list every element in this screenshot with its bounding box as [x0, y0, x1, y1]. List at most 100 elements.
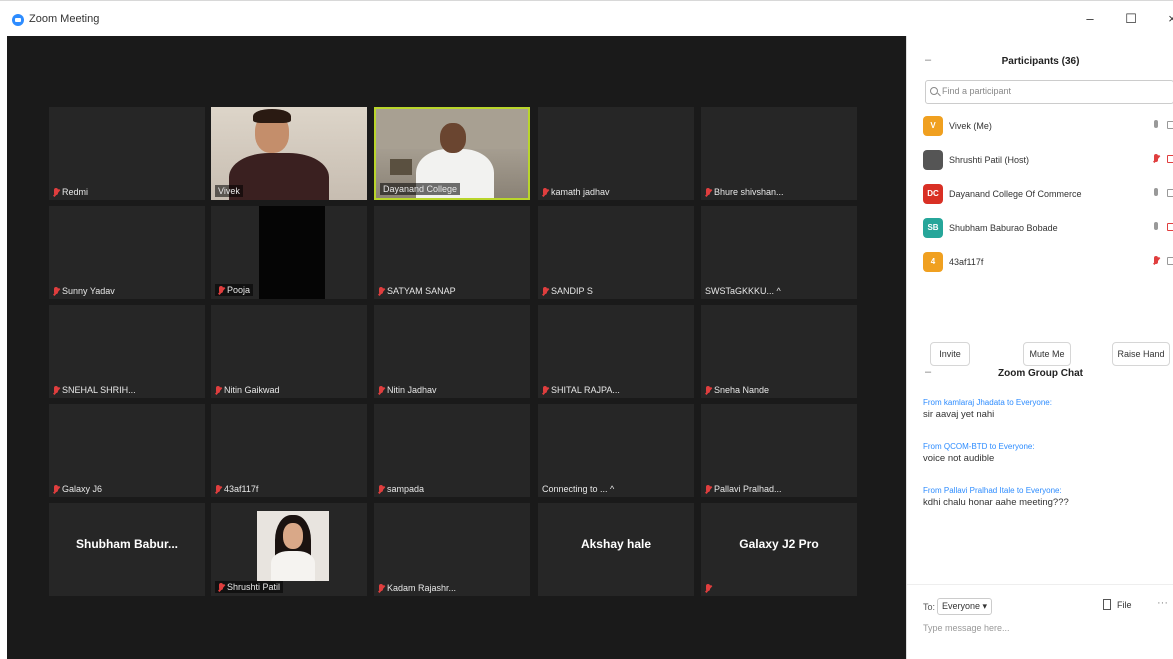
tile-name: Sunny Yadav: [62, 286, 115, 296]
participant-row[interactable]: DC Dayanand College Of Commerce: [923, 184, 1173, 206]
video-off-icon: [1167, 223, 1173, 231]
muted-mic-icon: [378, 286, 384, 296]
video-tile[interactable]: SHITAL RAJPA...: [538, 305, 694, 398]
muted-mic-icon: [53, 187, 59, 197]
video-tile[interactable]: Pallavi Pralhad...: [701, 404, 857, 497]
tile-name: SATYAM SANAP: [387, 286, 456, 296]
participant-name: Dayanand College Of Commerce: [949, 189, 1082, 199]
video-tile[interactable]: SWSTaGKKKU... ^: [701, 206, 857, 299]
minimize-button[interactable]: –: [1078, 9, 1102, 29]
tile-name-label: SATYAM SANAP: [378, 286, 456, 296]
tile-name: Nitin Gaikwad: [224, 385, 280, 395]
chat-header: – Zoom Group Chat: [907, 360, 1173, 386]
tile-name-label: Redmi: [53, 187, 88, 197]
video-tile[interactable]: Galaxy J2 Pro: [701, 503, 857, 596]
tile-name-label: sampada: [378, 484, 424, 494]
chat-message-text: kdhi chalu honar aahe meeting???: [923, 497, 1069, 508]
muted-mic-icon: [705, 584, 711, 593]
muted-mic-icon: [218, 285, 224, 295]
tile-name-label: kamath jadhav: [542, 187, 610, 197]
tile-name: SNEHAL SHRIH...: [62, 385, 136, 395]
video-tile[interactable]: Bhure shivshan...: [701, 107, 857, 200]
mic-icon: [1153, 120, 1159, 130]
participant-search-input[interactable]: Find a participant: [925, 80, 1173, 104]
tile-name: Pooja: [227, 285, 251, 295]
video-icon: [1167, 257, 1173, 265]
video-tile[interactable]: Dayanand College: [374, 107, 530, 200]
muted-mic-icon: [542, 385, 548, 395]
muted-mic-icon: [705, 385, 711, 395]
tile-name: Vivek: [218, 186, 240, 196]
participants-title: Participants (36): [1001, 56, 1080, 67]
muted-mic-icon: [542, 286, 548, 296]
tile-name-label: Sneha Nande: [705, 385, 769, 395]
video-tile[interactable]: sampada: [374, 404, 530, 497]
video-tile[interactable]: Sneha Nande: [701, 305, 857, 398]
chat-message-text: sir aavaj yet nahi: [923, 409, 995, 420]
video-tile[interactable]: 43af117f: [211, 404, 367, 497]
chat-message: From Pallavi Pralhad Itale to Everyone: k…: [923, 486, 1168, 508]
video-tile[interactable]: Kadam Rajashr...: [374, 503, 530, 596]
zoom-logo-icon: [12, 14, 24, 26]
video-tile[interactable]: SNEHAL SHRIH...: [49, 305, 205, 398]
video-tile[interactable]: kamath jadhav: [538, 107, 694, 200]
chat-message-input[interactable]: Type message here...: [923, 623, 1010, 633]
video-tile[interactable]: Akshay hale: [538, 503, 694, 596]
muted-mic-icon: [1153, 256, 1159, 266]
avatar: 4: [923, 252, 943, 272]
side-panel: – Participants (36) Find a participant V…: [906, 36, 1173, 659]
chat-to-label: To:: [923, 602, 936, 612]
video-tile[interactable]: Nitin Gaikwad: [211, 305, 367, 398]
chat-message-sender[interactable]: From kamlaraj Jhadata to Everyone:: [923, 398, 1168, 407]
participant-row[interactable]: 4 43af117f: [923, 252, 1173, 274]
muted-mic-icon: [705, 187, 711, 197]
video-tile[interactable]: Galaxy J6: [49, 404, 205, 497]
participant-name: 43af117f: [949, 257, 984, 267]
chat-title: Zoom Group Chat: [998, 368, 1083, 379]
close-button[interactable]: ×: [1160, 9, 1173, 29]
tile-name-label: SANDIP S: [542, 286, 593, 296]
window-title: Zoom Meeting: [29, 13, 100, 25]
tile-name-label: Pooja: [215, 284, 254, 296]
maximize-button[interactable]: ☐: [1119, 9, 1143, 29]
video-icon: [1167, 121, 1173, 129]
avatar: DC: [923, 184, 943, 204]
video-off-icon: [1167, 155, 1173, 163]
video-tile[interactable]: Sunny Yadav: [49, 206, 205, 299]
file-icon[interactable]: [1103, 599, 1111, 610]
tile-name: Kadam Rajashr...: [387, 583, 457, 593]
chat-message-sender[interactable]: From Pallavi Pralhad Itale to Everyone:: [923, 486, 1168, 495]
avatar: SB: [923, 218, 943, 238]
recipient-select[interactable]: Everyone ▾: [937, 598, 993, 615]
chat-more-button[interactable]: ···: [1157, 597, 1168, 609]
muted-mic-icon: [53, 385, 59, 395]
file-button[interactable]: File: [1117, 600, 1132, 610]
tile-name-label: Shrushti Patil: [215, 581, 284, 593]
participant-row[interactable]: Shrushti Patil (Host): [923, 150, 1173, 172]
muted-mic-icon: [218, 582, 224, 592]
chat-message: From kamlaraj Jhadata to Everyone: sir aa…: [923, 398, 1168, 420]
video-tile[interactable]: Redmi: [49, 107, 205, 200]
participant-row[interactable]: V Vivek (Me): [923, 116, 1173, 138]
muted-mic-icon: [378, 583, 384, 593]
tile-name: Shrushti Patil: [227, 582, 281, 592]
tile-name: kamath jadhav: [551, 187, 610, 197]
tile-name: Bhure shivshan...: [714, 187, 784, 197]
video-gallery: Redmi Vivek Dayanand College kamath jadhav B…: [7, 36, 906, 659]
tile-name: Connecting to ... ^: [542, 484, 615, 494]
video-tile[interactable]: Shrushti Patil: [211, 503, 367, 596]
muted-mic-icon: [215, 385, 221, 395]
chat-message-sender[interactable]: From QCOM-BTD to Everyone:: [923, 442, 1168, 451]
video-tile[interactable]: SATYAM SANAP: [374, 206, 530, 299]
video-tile[interactable]: Connecting to ... ^: [538, 404, 694, 497]
participant-row[interactable]: SB Shubham Baburao Bobade: [923, 218, 1173, 240]
video-tile[interactable]: Nitin Jadhav: [374, 305, 530, 398]
participant-display-name: Akshay hale: [580, 537, 652, 551]
tile-name: sampada: [387, 484, 425, 494]
tile-name-label: SWSTaGKKKU... ^: [705, 286, 781, 296]
video-tile[interactable]: Shubham Babur...: [49, 503, 205, 596]
video-tile[interactable]: Pooja: [211, 206, 367, 299]
video-tile[interactable]: SANDIP S: [538, 206, 694, 299]
tile-name: SANDIP S: [551, 286, 593, 296]
video-tile[interactable]: Vivek: [211, 107, 367, 200]
